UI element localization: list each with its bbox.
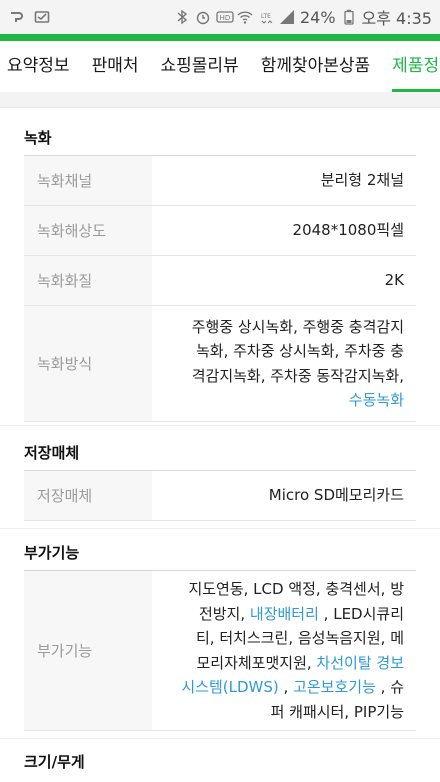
- spec-value: 지도연동, LCD 액정, 충격센서, 방 전방지, 내장배터리 , LED시큐…: [152, 570, 416, 731]
- spec-table-recording: 녹화채널 분리형 2채널 녹화해상도 2048*1080픽셀 녹화화질 2K 녹…: [24, 155, 416, 422]
- svg-text:LTE: LTE: [261, 13, 271, 20]
- spec-value: 2K: [152, 255, 416, 306]
- battery-icon: [341, 9, 357, 25]
- value-line: 퍼 캐패시터, PIP기능: [270, 702, 404, 721]
- section-separator: [0, 425, 440, 426]
- tab-related-products[interactable]: 함께찾아본상품: [250, 41, 381, 92]
- spec-table-extras: 부가기능 지도연동, LCD 액정, 충격센서, 방 전방지, 내장배터리 , …: [24, 570, 416, 731]
- builtin-battery-link[interactable]: 내장배터리: [250, 605, 319, 623]
- spec-label: 녹화해상도: [24, 205, 152, 256]
- section-title-storage: 저장매체: [24, 444, 80, 462]
- heat-protection-link[interactable]: 고온보호기능: [293, 678, 376, 696]
- spec-row: 녹화방식 주행중 상시녹화, 주행중 충격감지 녹화, 주차중 상시녹화, 주차…: [24, 305, 416, 422]
- clock: 오후 4:35: [361, 9, 432, 28]
- svg-text:HD: HD: [220, 14, 231, 22]
- manual-recording-link[interactable]: 수동녹화: [349, 391, 404, 409]
- spec-value: 주행중 상시녹화, 주행중 충격감지 녹화, 주차중 상시녹화, 주차중 충 격…: [152, 305, 416, 422]
- bluetooth-icon: [174, 9, 190, 25]
- value-text: 전방지,: [198, 604, 250, 623]
- value-text: 모리자체포맷지원,: [196, 653, 317, 672]
- cloud-icon: [8, 9, 24, 25]
- value-line: 시스템(LDWS) , 고온보호기능 , 슈: [152, 675, 404, 700]
- status-bar: HD LTE 24% 오후 4:35: [0, 0, 440, 34]
- spec-row: 녹화해상도 2048*1080픽셀: [24, 205, 416, 256]
- inbox-icon: [34, 9, 50, 25]
- spec-row: 부가기능 지도연동, LCD 액정, 충격센서, 방 전방지, 내장배터리 , …: [24, 570, 416, 731]
- signal-icon: [279, 9, 295, 25]
- value-line: 티, 터치스크린, 음성녹음지원, 메: [195, 629, 404, 647]
- status-bar-right: HD LTE 24% 오후 4:35: [174, 5, 432, 29]
- tab-mall-reviews[interactable]: 쇼핑몰리뷰: [149, 41, 249, 92]
- spec-row: 녹화채널 분리형 2채널: [24, 155, 416, 206]
- section-divider: [0, 92, 440, 108]
- ldws-link[interactable]: 시스템(LDWS): [181, 678, 278, 696]
- spec-value: Micro SD메모리카드: [152, 470, 416, 521]
- tab-track: 요약정보 판매처 쇼핑몰리뷰 함께찾아본상품 제품정: [0, 41, 440, 92]
- hd-icon: HD: [216, 9, 234, 25]
- spec-value: 2048*1080픽셀: [152, 205, 416, 256]
- spec-label: 저장매체: [24, 470, 152, 521]
- value-line: 전방지, 내장배터리 , LED시큐리: [152, 602, 404, 627]
- brand-bar: [0, 34, 440, 41]
- tab-bar: 요약정보 판매처 쇼핑몰리뷰 함께찾아본상품 제품정: [0, 41, 440, 93]
- section-separator: [0, 738, 440, 739]
- section-title-extras: 부가기능: [24, 544, 80, 562]
- status-bar-left: [8, 9, 50, 25]
- spec-label: 녹화화질: [24, 255, 152, 306]
- section-separator: [0, 528, 440, 529]
- spec-row: 저장매체 Micro SD메모리카드: [24, 470, 416, 521]
- value-text: , 슈: [375, 678, 404, 696]
- battery-percent: 24%: [299, 7, 336, 27]
- spec-row: 녹화화질 2K: [24, 255, 416, 306]
- value-line: 지도연동, LCD 액정, 충격센서, 방: [188, 580, 404, 598]
- spec-table-storage: 저장매체 Micro SD메모리카드: [24, 470, 416, 521]
- alarm-icon: [195, 9, 211, 25]
- spec-label: 녹화채널: [24, 155, 152, 206]
- tab-product-info[interactable]: 제품정: [381, 41, 440, 92]
- section-title-size-weight: 크기/무게: [24, 753, 85, 771]
- value-line: 주행중 상시녹화, 주행중 충격감지: [191, 317, 404, 336]
- value-line: 격감지녹화, 주차중 동작감지녹화,: [191, 366, 404, 385]
- lte-icon: LTE: [258, 9, 274, 25]
- spec-value: 분리형 2채널: [152, 155, 416, 206]
- lane-departure-link[interactable]: 차선이탈 경보: [316, 654, 404, 672]
- value-line: 모리자체포맷지원, 차선이탈 경보: [152, 651, 404, 676]
- value-line: 녹화, 주차중 상시녹화, 주차중 충: [195, 342, 404, 360]
- spec-label: 녹화방식: [24, 305, 152, 422]
- tab-summary[interactable]: 요약정보: [0, 41, 81, 92]
- value-text: , LED시큐리: [318, 604, 404, 623]
- spec-label: 부가기능: [24, 570, 152, 731]
- section-title-recording: 녹화: [24, 129, 52, 147]
- value-text: ,: [278, 678, 294, 696]
- wifi-icon: [237, 9, 253, 25]
- tab-sellers[interactable]: 판매처: [81, 41, 150, 92]
